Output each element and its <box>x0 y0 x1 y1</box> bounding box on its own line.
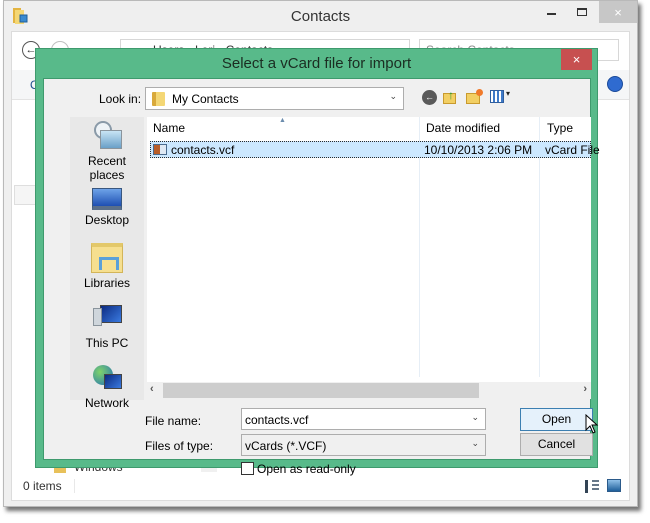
explorer-titlebar: Contacts × <box>4 1 637 31</box>
place-label: Desktop <box>84 213 130 227</box>
view-menu-button[interactable]: ▾ <box>490 89 516 105</box>
place-libraries[interactable]: Libraries <box>70 243 144 290</box>
place-label: This PC <box>85 336 129 350</box>
mouse-cursor-icon <box>585 414 599 434</box>
files-of-type-label: Files of type: <box>145 439 214 453</box>
status-bar: 0 items <box>12 474 629 500</box>
chevron-down-icon: ⌄ <box>471 438 479 448</box>
vcard-file-icon <box>153 144 167 155</box>
column-headers: ▲ Name Date modified Type <box>147 117 591 139</box>
dialog-client: Look in: My Contacts ⌄ ← ↑ ▾ Recent plac… <box>43 78 600 476</box>
recent-places-icon <box>91 121 123 151</box>
place-this-pc[interactable]: This PC <box>70 303 144 350</box>
scrollbar-thumb[interactable] <box>163 383 479 398</box>
dialog-close-button[interactable]: × <box>561 49 592 70</box>
file-date: 10/10/2013 2:06 PM <box>424 143 533 157</box>
checkbox-box[interactable] <box>241 462 254 475</box>
cancel-button[interactable]: Cancel <box>520 433 593 456</box>
maximize-button[interactable] <box>567 1 597 23</box>
file-name-label: File name: <box>145 414 202 428</box>
minimize-button[interactable] <box>536 1 566 23</box>
scroll-right-icon[interactable]: › <box>583 383 587 395</box>
look-in-label: Look in: <box>99 92 142 106</box>
file-name-input[interactable]: contacts.vcf ⌄ <box>241 408 486 430</box>
horizontal-scrollbar[interactable]: ‹ › <box>147 382 591 399</box>
dropdown-arrow-icon: ▾ <box>506 89 511 98</box>
look-in-value: My Contacts <box>172 92 239 106</box>
item-count: 0 items <box>23 479 75 493</box>
file-name-value: contacts.vcf <box>245 413 309 427</box>
folder-icon <box>152 92 165 106</box>
scroll-left-icon[interactable]: ‹ <box>150 383 154 395</box>
large-icons-view-icon[interactable] <box>607 479 621 492</box>
place-label: Libraries <box>83 276 131 290</box>
place-recent-places[interactable]: Recent places <box>70 121 144 182</box>
sort-ascending-icon: ▲ <box>279 117 286 124</box>
file-list: ▲ Name Date modified Type contacts.vcf 1… <box>147 117 600 399</box>
this-pc-icon <box>91 303 123 333</box>
file-row[interactable]: contacts.vcf 10/10/2013 2:06 PM vCard Fi… <box>150 141 600 158</box>
go-back-button[interactable]: ← <box>422 90 437 105</box>
create-new-folder-button[interactable] <box>466 88 484 106</box>
close-icon: × <box>614 4 622 20</box>
place-label: Recent places <box>87 154 127 182</box>
open-read-only-label[interactable]: Open as read-only <box>257 462 356 476</box>
files-of-type-value: vCards (*.VCF) <box>245 439 327 453</box>
back-arrow-icon: ← <box>425 92 434 102</box>
dialog-title: Select a vCard file for import <box>221 55 412 72</box>
column-header-date-modified[interactable]: Date modified <box>426 121 500 135</box>
place-label: Network <box>84 396 129 410</box>
sparkle-icon <box>476 89 483 96</box>
open-button[interactable]: Open <box>520 408 593 431</box>
help-icon[interactable] <box>607 76 623 92</box>
up-one-level-button[interactable]: ↑ <box>443 88 459 106</box>
libraries-icon <box>91 243 123 273</box>
up-arrow-icon: ↑ <box>448 88 454 102</box>
network-icon <box>91 363 123 393</box>
place-network[interactable]: Network <box>70 363 144 410</box>
chevron-down-icon[interactable]: ⌄ <box>471 412 479 423</box>
maximize-icon <box>577 8 587 16</box>
vcard-import-dialog: Select a vCard file for import × Look in… <box>35 48 600 476</box>
chevron-down-icon: ⌄ <box>389 91 397 101</box>
close-icon: × <box>572 52 581 67</box>
minimize-icon <box>546 13 556 15</box>
file-type: vCard File <box>545 143 600 157</box>
look-in-combo[interactable]: My Contacts ⌄ <box>145 87 404 110</box>
explorer-close-button[interactable]: × <box>599 1 637 23</box>
file-name: contacts.vcf <box>171 143 235 157</box>
column-header-name[interactable]: Name <box>153 121 185 135</box>
details-view-icon[interactable] <box>585 480 599 492</box>
desktop-icon <box>92 188 122 210</box>
column-header-type[interactable]: Type <box>547 121 573 135</box>
files-of-type-select[interactable]: vCards (*.VCF) ⌄ <box>241 434 486 456</box>
place-desktop[interactable]: Desktop <box>70 183 144 227</box>
view-grid-icon <box>490 90 504 103</box>
places-bar: Recent places Desktop Libraries This PC … <box>70 117 144 410</box>
